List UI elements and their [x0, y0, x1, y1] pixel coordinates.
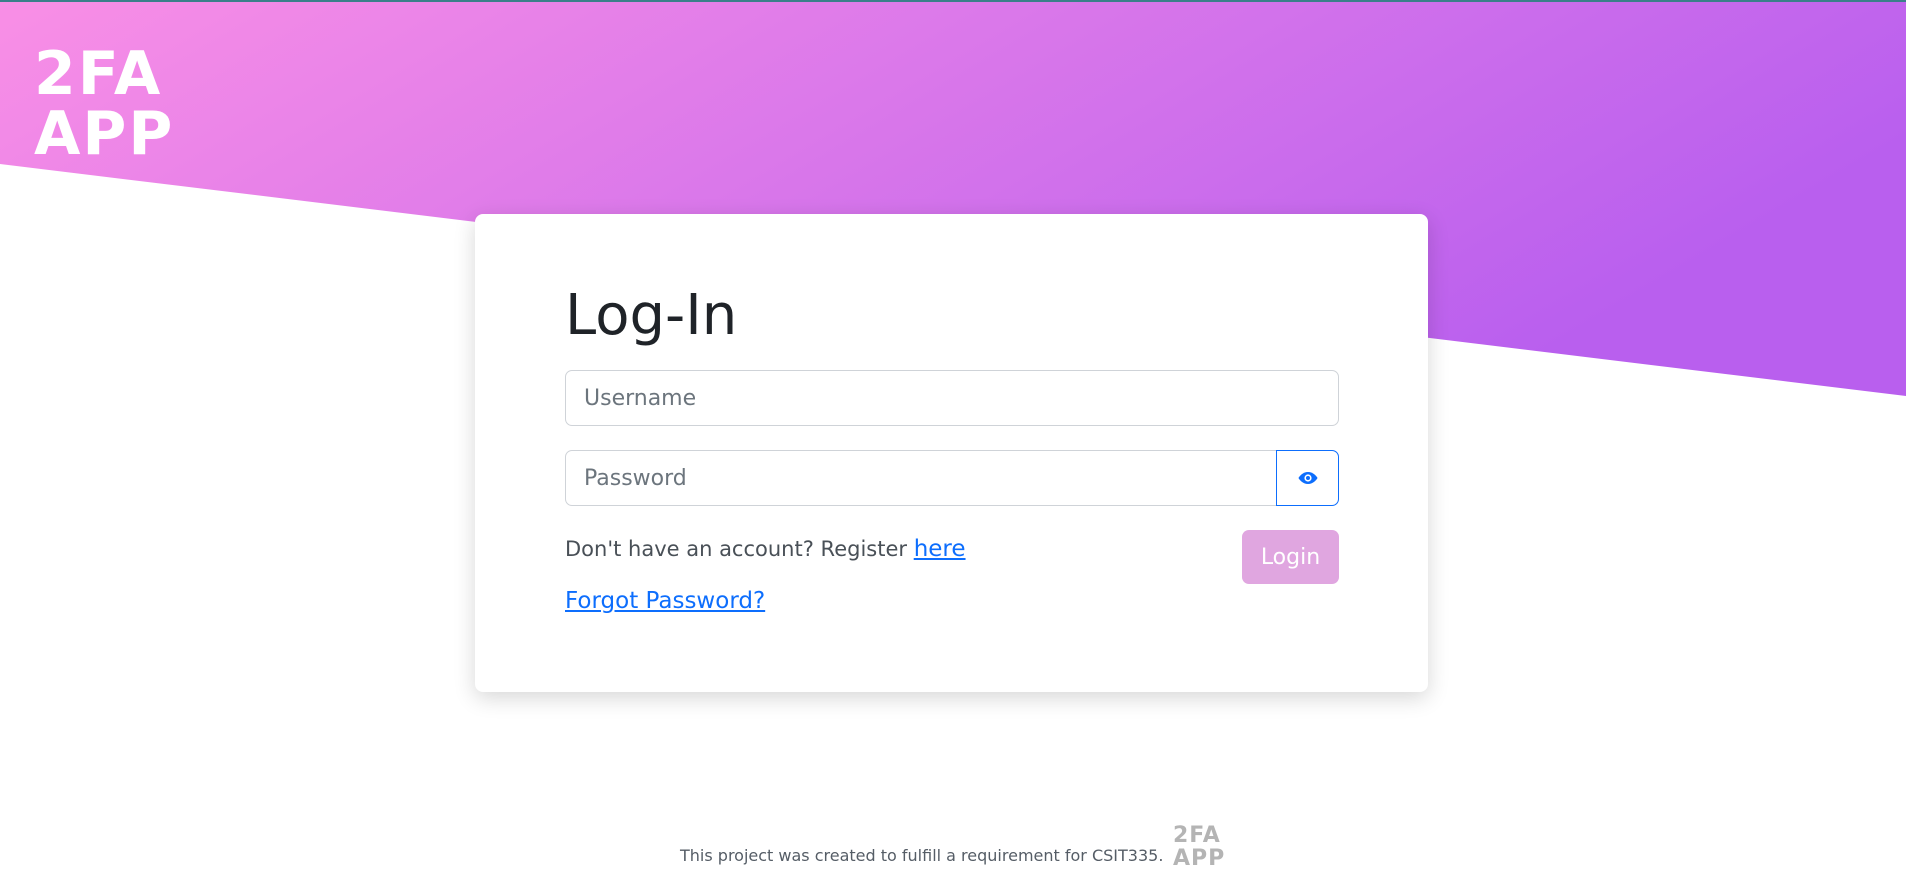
footer-text: This project was created to fulfill a re…	[680, 846, 1164, 865]
footer-logo: 2FA APP	[1173, 823, 1225, 868]
register-prompt: Don't have an account? Register here	[565, 536, 966, 562]
password-input[interactable]	[565, 450, 1277, 506]
forgot-password-link[interactable]: Forgot Password?	[565, 588, 765, 614]
register-link[interactable]: here	[914, 536, 966, 562]
page-title: Log-In	[565, 283, 738, 348]
footer-logo-line-2: APP	[1173, 846, 1225, 868]
logo-line-2: APP	[34, 99, 174, 160]
top-border-line	[0, 0, 1906, 2]
app-logo[interactable]: 2FA APP	[32, 42, 212, 160]
footer-logo-line-1: 2FA	[1173, 823, 1221, 848]
footer: This project was created to fulfill a re…	[680, 820, 1237, 868]
login-button[interactable]: Login	[1242, 530, 1339, 584]
login-page: 2FA APP Log-In Don't have an account? Re…	[0, 0, 1906, 884]
username-input[interactable]	[565, 370, 1339, 426]
show-password-button[interactable]	[1276, 450, 1339, 506]
register-prompt-text: Don't have an account? Register	[565, 537, 908, 561]
login-card: Log-In Don't have an account? Register h…	[475, 214, 1428, 692]
eye-icon	[1298, 472, 1317, 484]
